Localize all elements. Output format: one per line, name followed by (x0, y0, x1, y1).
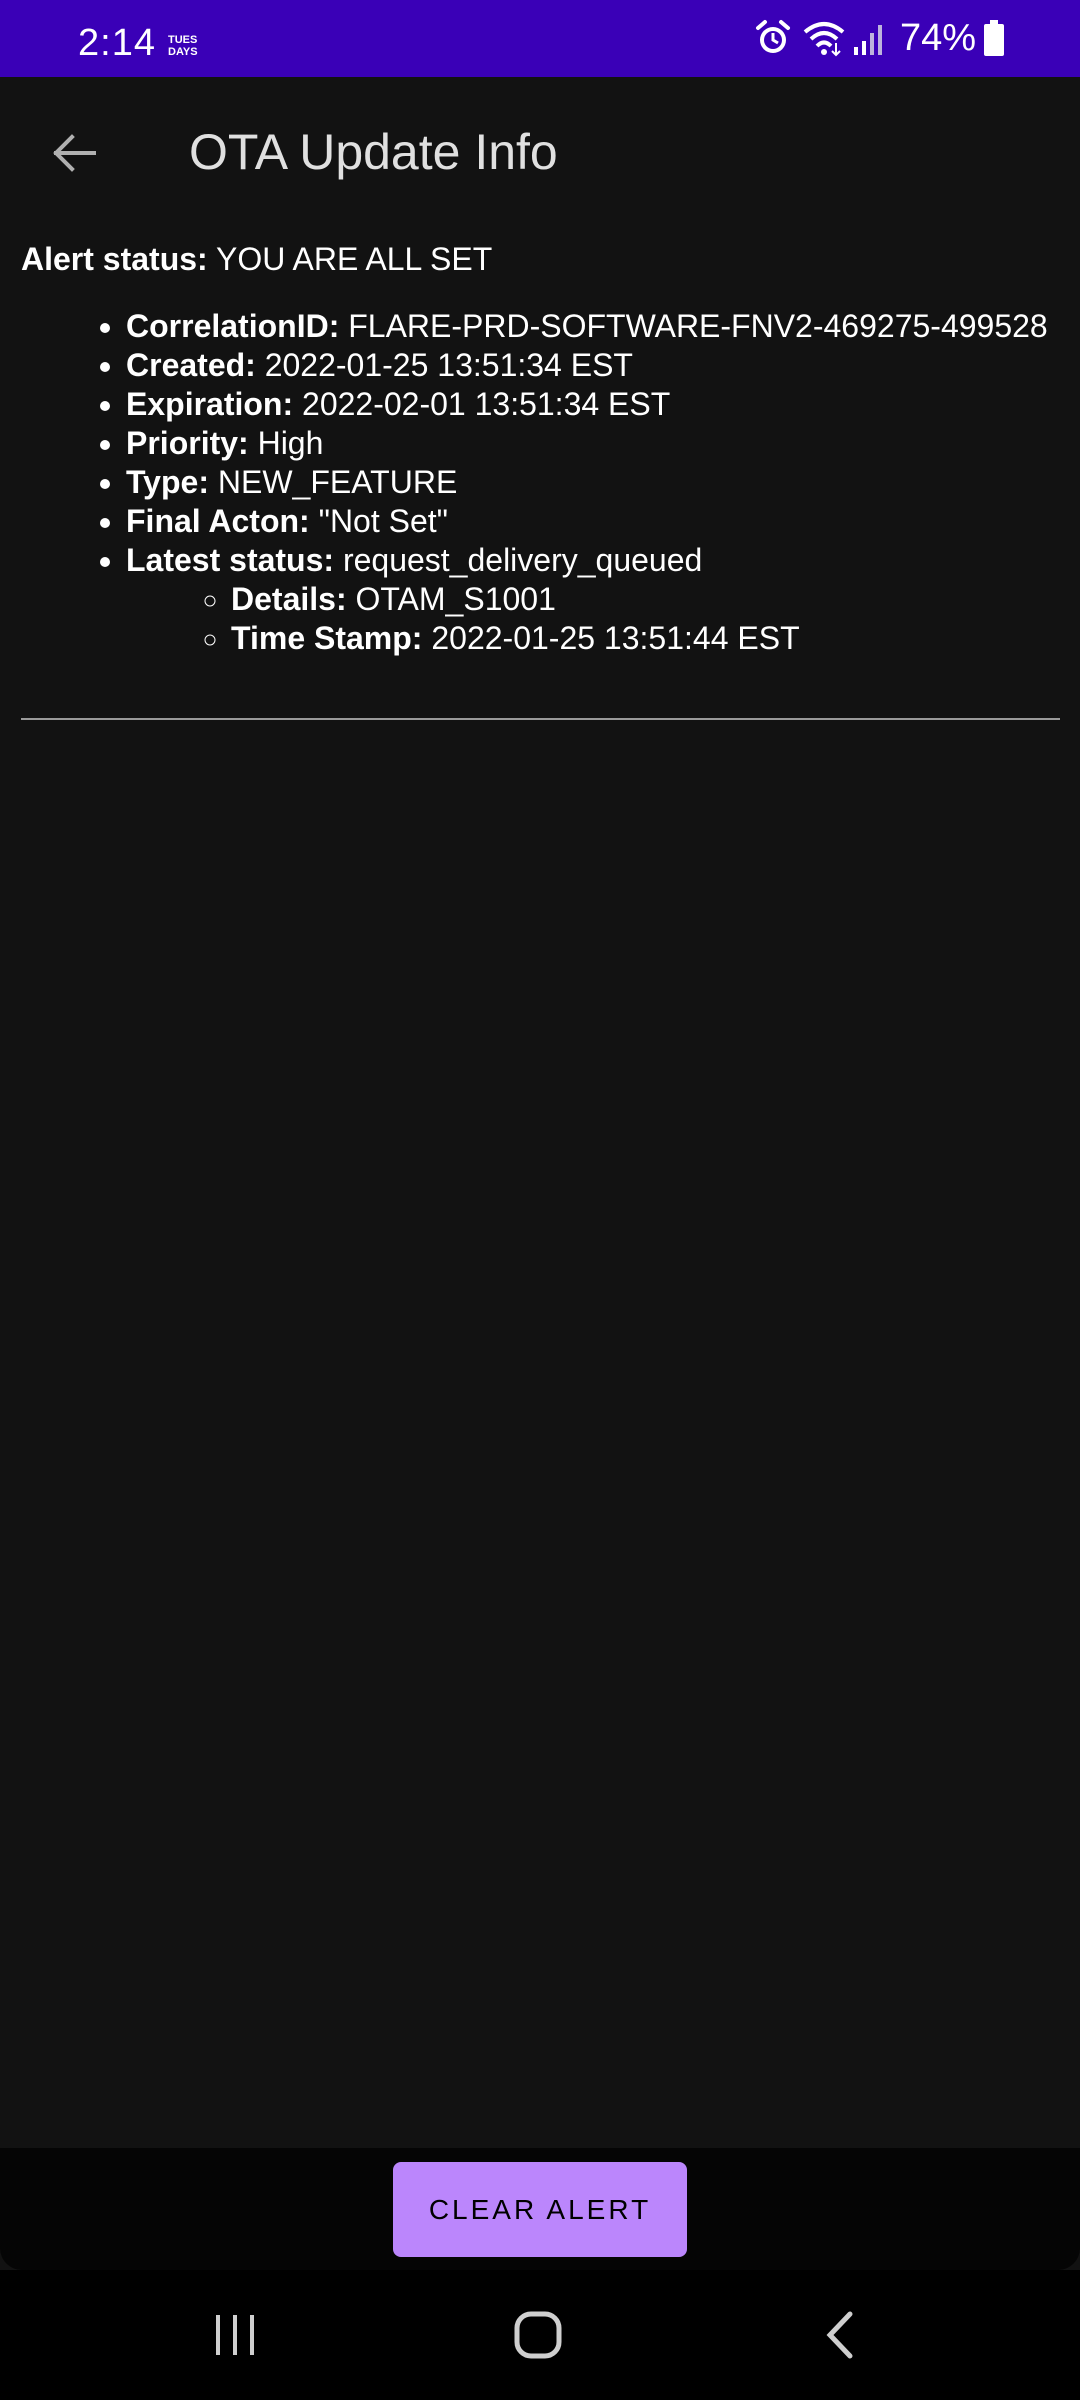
signal-icon (852, 19, 886, 57)
page-title: OTA Update Info (189, 124, 558, 180)
clear-alert-button[interactable]: CLEAR ALERT (393, 2162, 687, 2257)
alert-details: Alert status: YOU ARE ALL SET Correlatio… (21, 240, 1061, 658)
action-bar: CLEAR ALERT (0, 2148, 1080, 2270)
nav-back-button[interactable] (800, 2300, 880, 2370)
screen: 2:14 TUES DAYS 74% OTA Update Info Alert… (0, 0, 1080, 2400)
item-value: "Not Set" (318, 503, 449, 539)
recent-apps-button[interactable] (195, 2300, 275, 2370)
item-value: High (257, 425, 324, 461)
back-icon (826, 2311, 853, 2359)
item-value: OTAM_S1001 (355, 581, 556, 617)
item-label: Time Stamp: (231, 620, 423, 656)
home-icon (514, 2311, 562, 2359)
status-icons: 74% (754, 16, 1004, 60)
item-value: FLARE-PRD-SOFTWARE-FNV2-469275-499528 (348, 308, 1048, 344)
wifi-icon (802, 19, 846, 57)
item-label: CorrelationID: (126, 308, 340, 344)
list-item-final-action: Final Acton: "Not Set" (126, 502, 1061, 541)
recent-apps-icon (216, 2315, 254, 2355)
alert-status: Alert status: YOU ARE ALL SET (21, 240, 1061, 279)
item-value: request_delivery_queued (342, 542, 703, 578)
alert-info-list: CorrelationID: FLARE-PRD-SOFTWARE-FNV2-4… (21, 307, 1061, 658)
item-label: Details: (231, 581, 347, 617)
note-badge-icon: TUES DAYS (168, 34, 198, 58)
back-button[interactable] (34, 113, 114, 193)
list-item-priority: Priority: High (126, 424, 1061, 463)
divider (21, 718, 1060, 720)
item-value: 2022-01-25 13:51:34 EST (264, 347, 633, 383)
item-value: 2022-01-25 13:51:44 EST (431, 620, 800, 656)
list-item-details: Details: OTAM_S1001 (231, 580, 1061, 619)
item-label: Latest status: (126, 542, 335, 578)
navigation-bar (0, 2270, 1080, 2400)
app-bar: OTA Update Info (0, 77, 1080, 227)
home-button[interactable] (498, 2300, 578, 2370)
list-item-latest-status: Latest status: request_delivery_queued D… (126, 541, 1061, 658)
alert-status-label: Alert status: (21, 241, 208, 277)
status-bar: 2:14 TUES DAYS 74% (0, 0, 1080, 77)
item-label: Final Acton: (126, 503, 310, 539)
item-label: Priority: (126, 425, 249, 461)
alert-status-value: YOU ARE ALL SET (216, 241, 493, 277)
item-label: Type: (126, 464, 209, 500)
list-item-expiration: Expiration: 2022-02-01 13:51:34 EST (126, 385, 1061, 424)
list-item-time-stamp: Time Stamp: 2022-01-25 13:51:44 EST (231, 619, 1061, 658)
alarm-icon (754, 19, 792, 57)
status-time: 2:14 (78, 22, 156, 64)
battery-percent: 74% (899, 16, 976, 59)
list-item-correlation-id: CorrelationID: FLARE-PRD-SOFTWARE-FNV2-4… (126, 307, 1061, 346)
item-value: NEW_FEATURE (217, 464, 458, 500)
item-label: Expiration: (126, 386, 294, 422)
arrow-left-icon (53, 134, 96, 172)
item-value: 2022-02-01 13:51:34 EST (302, 386, 671, 422)
list-item-type: Type: NEW_FEATURE (126, 463, 1061, 502)
item-label: Created: (126, 347, 256, 383)
latest-status-sublist: Details: OTAM_S1001 Time Stamp: 2022-01-… (126, 580, 1061, 658)
battery-icon (984, 20, 1004, 56)
list-item-created: Created: 2022-01-25 13:51:34 EST (126, 346, 1061, 385)
